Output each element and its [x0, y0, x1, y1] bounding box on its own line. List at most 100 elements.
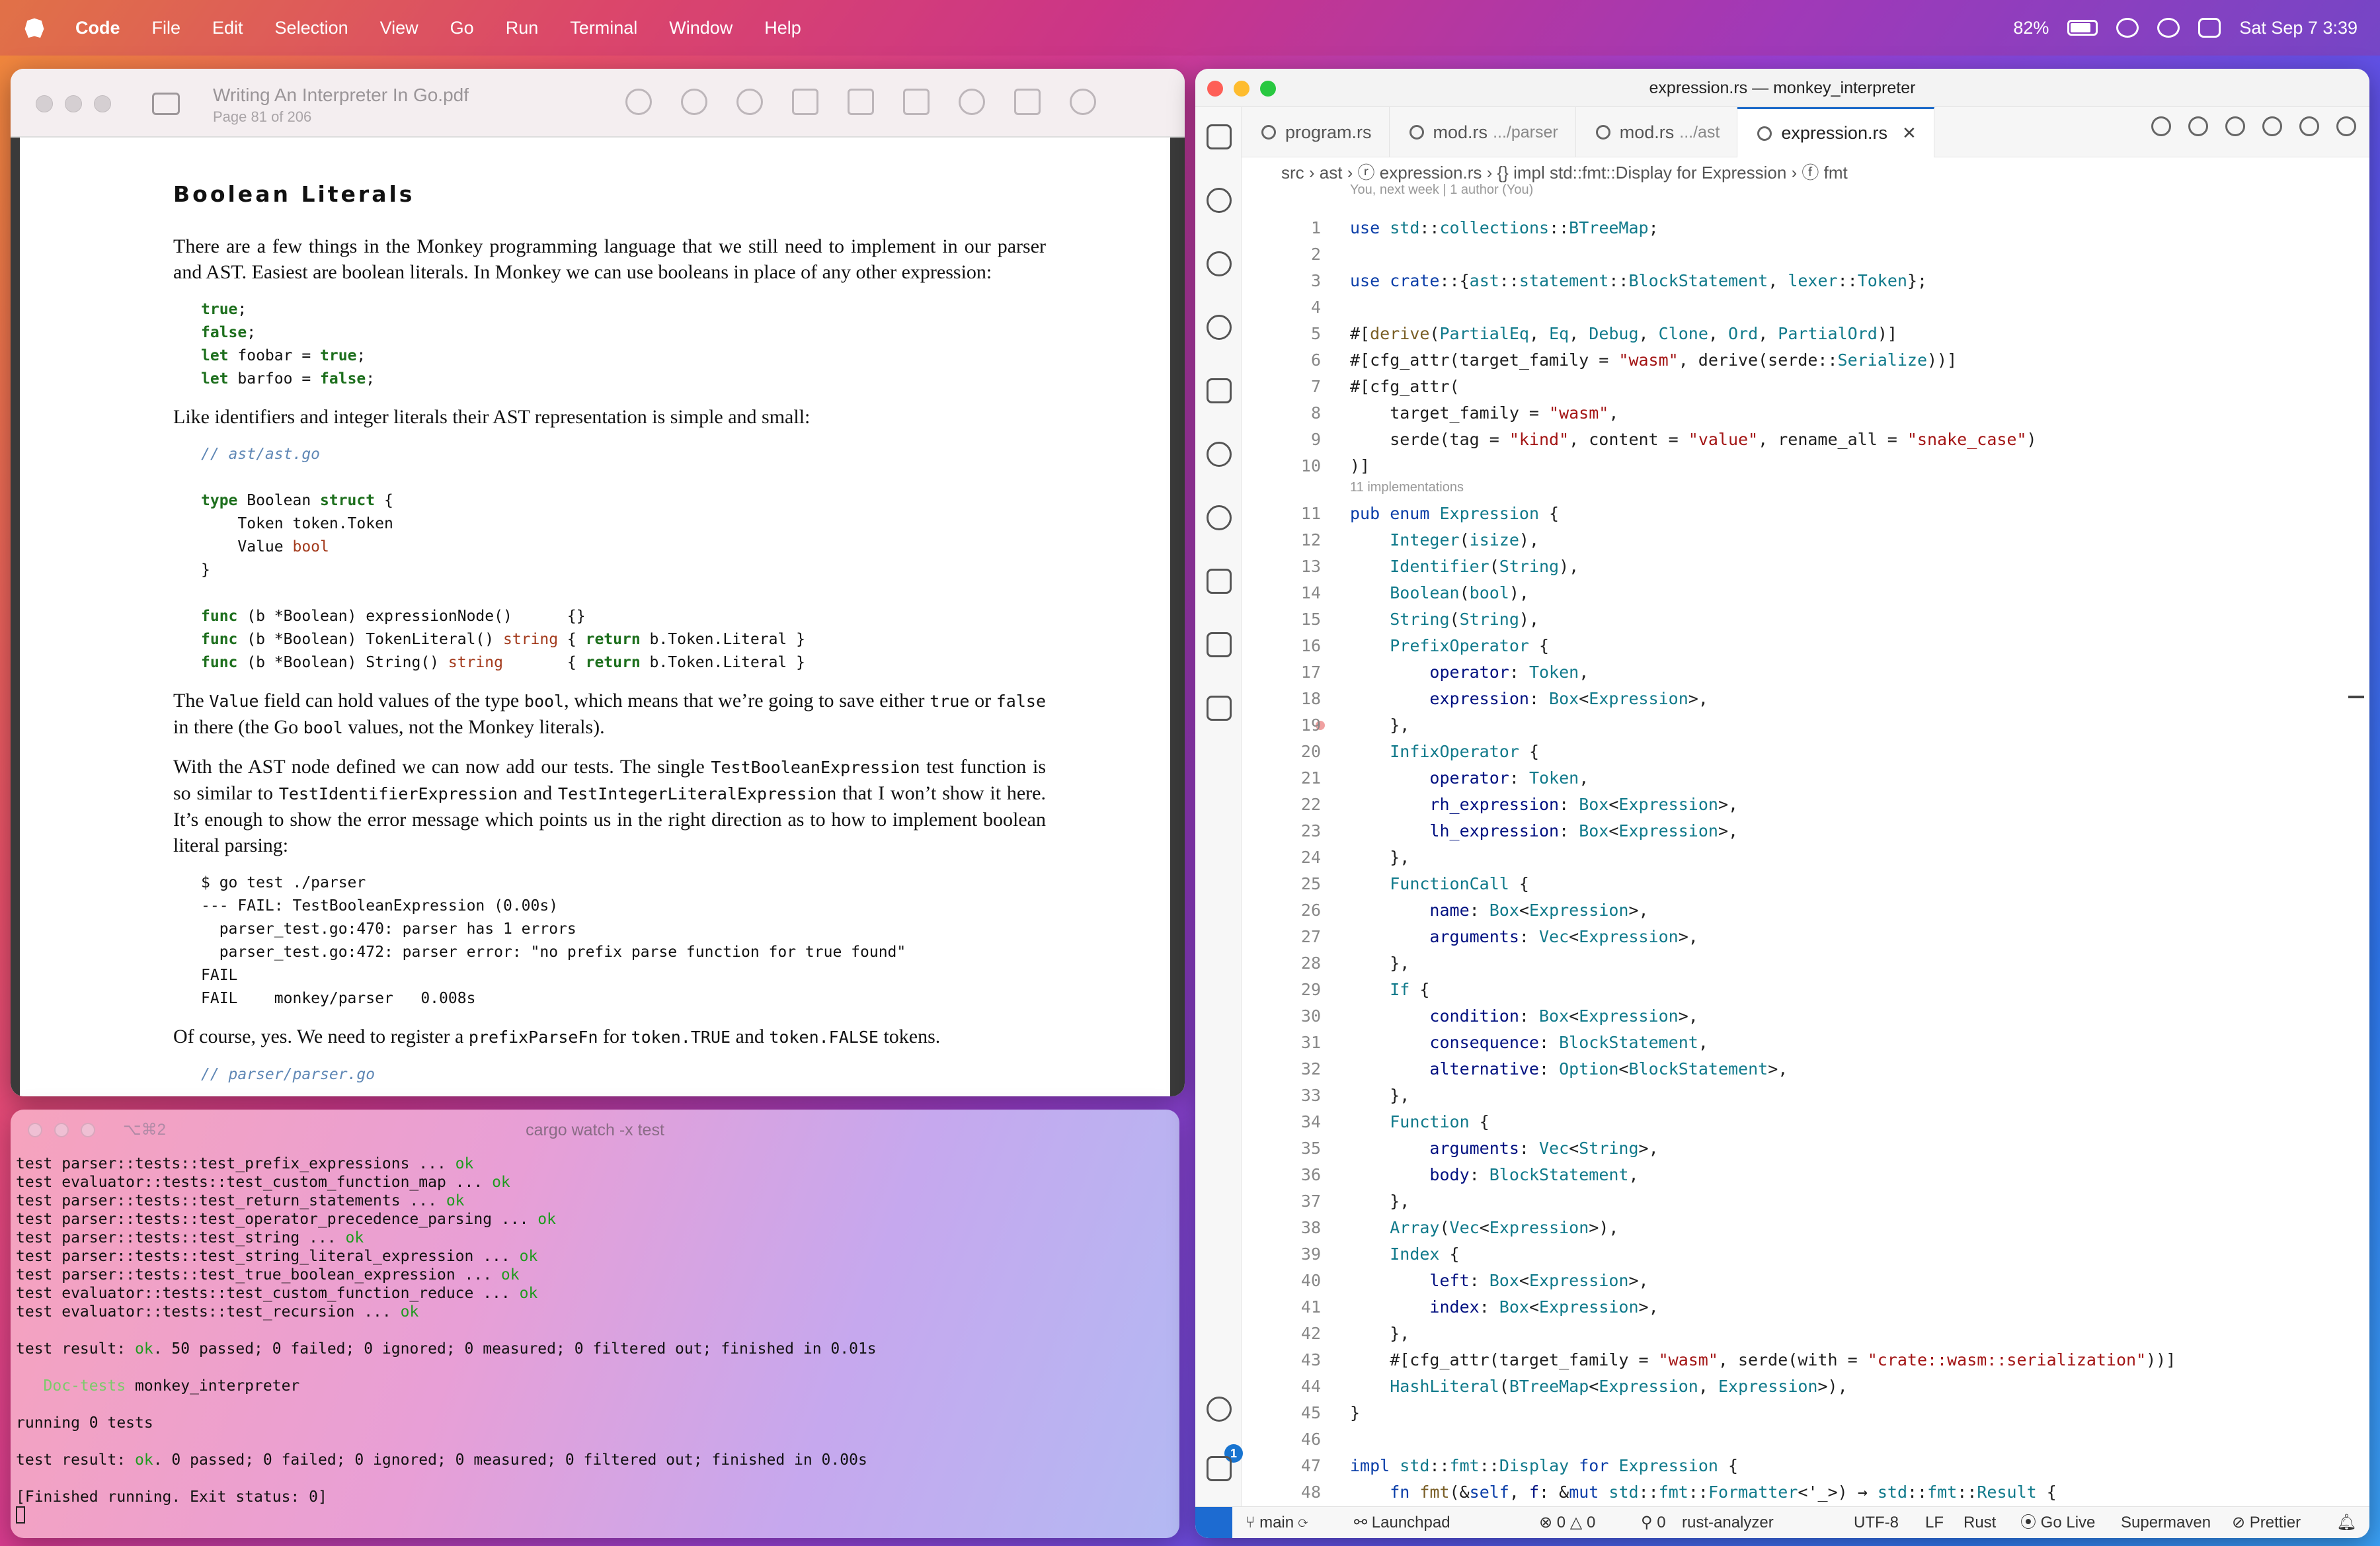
line-number[interactable]: 47 — [1242, 1456, 1321, 1475]
go-live-status[interactable]: ⦿ Go Live — [2020, 1507, 2095, 1538]
line-number[interactable]: 15 — [1242, 610, 1321, 629]
line-number[interactable]: 20 — [1242, 742, 1321, 761]
code-line[interactable]: condition: Box<Expression>, — [1350, 1006, 1698, 1026]
line-number[interactable]: 27 — [1242, 927, 1321, 946]
line-number[interactable]: 31 — [1242, 1033, 1321, 1052]
line-number[interactable]: 19 — [1242, 715, 1321, 735]
battery-percent[interactable]: 82% — [2013, 18, 2049, 38]
tab-mod-rs-parser[interactable]: mod.rs .../parser — [1390, 107, 1576, 157]
line-number[interactable]: 4 — [1242, 298, 1321, 317]
code-line[interactable]: index: Box<Expression>, — [1350, 1297, 1658, 1317]
code-line[interactable]: #[cfg_attr(target_family = "wasm", serde… — [1350, 1350, 2176, 1369]
problems-status[interactable]: ⊗ 0 △ 0 — [1539, 1507, 1595, 1538]
scrollbar-marker[interactable] — [2348, 696, 2364, 698]
line-number[interactable]: 38 — [1242, 1218, 1321, 1237]
zoom-button[interactable] — [94, 95, 111, 112]
code-line[interactable]: use std::collections::BTreeMap; — [1350, 218, 1659, 237]
code-line[interactable]: } — [1350, 1403, 1360, 1422]
line-number[interactable]: 17 — [1242, 663, 1321, 682]
line-number[interactable]: 48 — [1242, 1483, 1321, 1502]
code-line[interactable]: InfixOperator { — [1350, 742, 1539, 761]
sidebar-toggle-icon[interactable] — [152, 93, 180, 115]
vscode-close-button[interactable] — [1207, 81, 1223, 97]
menu-window[interactable]: Window — [669, 18, 733, 38]
more-actions-icon[interactable] — [2336, 116, 2356, 136]
menu-selection[interactable]: Selection — [275, 18, 348, 38]
search-icon[interactable] — [1207, 315, 1232, 340]
menu-terminal[interactable]: Terminal — [570, 18, 637, 38]
line-number[interactable]: 44 — [1242, 1377, 1321, 1396]
menu-run[interactable]: Run — [506, 18, 539, 38]
code-line[interactable]: }, — [1350, 1324, 1409, 1343]
search-icon[interactable] — [1070, 89, 1096, 115]
rust-analyzer-status[interactable]: rust-analyzer — [1682, 1507, 1774, 1538]
manage-gear-icon[interactable] — [1207, 1456, 1232, 1481]
pdf-page[interactable]: Boolean Literals There are a few things … — [11, 138, 1185, 1096]
code-line[interactable]: arguments: Vec<String>, — [1350, 1139, 1658, 1158]
zoom-out-icon[interactable] — [681, 89, 707, 115]
git-branch-status[interactable]: ⑂ main ⟳ — [1246, 1507, 1308, 1538]
line-number[interactable]: 10 — [1242, 456, 1321, 475]
notifications-bell-icon[interactable]: 🔔︎ — [2336, 1507, 2356, 1538]
remote-indicator[interactable] — [1195, 1507, 1232, 1538]
tab-expression-rs[interactable]: expression.rs ✕ — [1737, 107, 1934, 157]
close-button[interactable] — [36, 95, 53, 112]
line-number[interactable]: 23 — [1242, 821, 1321, 840]
prettier-status[interactable]: ⊘ Prettier — [2232, 1507, 2301, 1538]
line-number[interactable]: 7 — [1242, 377, 1321, 396]
line-number[interactable]: 39 — [1242, 1244, 1321, 1264]
git-compare-icon[interactable] — [2262, 116, 2282, 136]
code-line[interactable]: #[derive(PartialEq, Eq, Debug, Clone, Or… — [1350, 324, 1897, 343]
terminal-zoom-button[interactable] — [81, 1123, 95, 1137]
eol-status[interactable]: LF — [1925, 1507, 1944, 1538]
code-line[interactable]: )] — [1350, 456, 1370, 475]
source-control-graph-icon[interactable] — [1207, 188, 1232, 213]
line-number[interactable]: 36 — [1242, 1165, 1321, 1184]
timeline-icon[interactable] — [2151, 116, 2171, 136]
code-editor[interactable]: 1 use std::collections::BTreeMap; 2 3 use … — [1242, 201, 2369, 1506]
code-line[interactable]: operator: Token, — [1350, 663, 1589, 682]
code-line[interactable]: name: Box<Expression>, — [1350, 901, 1648, 920]
rotate-icon[interactable] — [903, 89, 930, 115]
battery-icon[interactable] — [2067, 20, 2098, 36]
code-line[interactable]: fn fmt(&self, f: &mut std::fmt::Formatte… — [1350, 1483, 2057, 1502]
line-number[interactable]: 3 — [1242, 271, 1321, 290]
language-mode-status[interactable]: Rust — [1964, 1507, 1996, 1538]
blame-annotation[interactable]: You, next week | 1 author (You) — [1350, 183, 1533, 198]
git-branch-icon[interactable] — [1207, 505, 1232, 530]
line-number[interactable]: 13 — [1242, 557, 1321, 576]
code-line[interactable]: HashLiteral(BTreeMap<Expression, Express… — [1350, 1377, 1847, 1396]
code-line[interactable]: serde(tag = "kind", content = "value", r… — [1350, 430, 2036, 449]
gitlens-icon[interactable] — [1207, 569, 1232, 594]
code-line[interactable]: expression: Box<Expression>, — [1350, 689, 1708, 708]
debug-icon[interactable] — [1207, 251, 1232, 276]
code-line[interactable]: Index { — [1350, 1244, 1459, 1264]
menu-edit[interactable]: Edit — [212, 18, 243, 38]
code-line[interactable]: rh_expression: Box<Expression>, — [1350, 795, 1738, 814]
menu-help[interactable]: Help — [764, 18, 801, 38]
menu-view[interactable]: View — [380, 18, 418, 38]
line-number[interactable]: 24 — [1242, 848, 1321, 867]
line-number[interactable]: 11 — [1242, 504, 1321, 523]
terminal-output[interactable]: test parser::tests::test_prefix_expressi… — [11, 1151, 1179, 1532]
code-line[interactable]: arguments: Vec<Expression>, — [1350, 927, 1698, 946]
code-line[interactable]: #[cfg_attr( — [1350, 377, 1460, 396]
code-line[interactable]: alternative: Option<BlockStatement>, — [1350, 1059, 1788, 1078]
docker-icon[interactable] — [1207, 696, 1232, 721]
clock[interactable]: Sat Sep 7 3:39 — [2239, 18, 2358, 38]
extensions-icon[interactable] — [1207, 378, 1232, 403]
share-icon[interactable] — [792, 89, 818, 115]
implementations-hint[interactable]: 11 implementations — [1350, 480, 1464, 495]
info-icon[interactable] — [625, 89, 652, 115]
code-line[interactable]: impl std::fmt::Display for Expression { — [1350, 1456, 1738, 1475]
line-number[interactable]: 16 — [1242, 636, 1321, 655]
minimize-button[interactable] — [65, 95, 82, 112]
code-line[interactable]: }, — [1350, 954, 1409, 973]
code-line[interactable]: use crate::{ast::statement::BlockStateme… — [1350, 271, 1927, 290]
line-number[interactable]: 9 — [1242, 430, 1321, 449]
vscode-minimize-button[interactable] — [1234, 81, 1250, 97]
code-line[interactable]: Function { — [1350, 1112, 1489, 1131]
line-number[interactable]: 8 — [1242, 403, 1321, 423]
code-line[interactable]: left: Box<Expression>, — [1350, 1271, 1648, 1290]
zoom-in-icon[interactable] — [736, 89, 763, 115]
